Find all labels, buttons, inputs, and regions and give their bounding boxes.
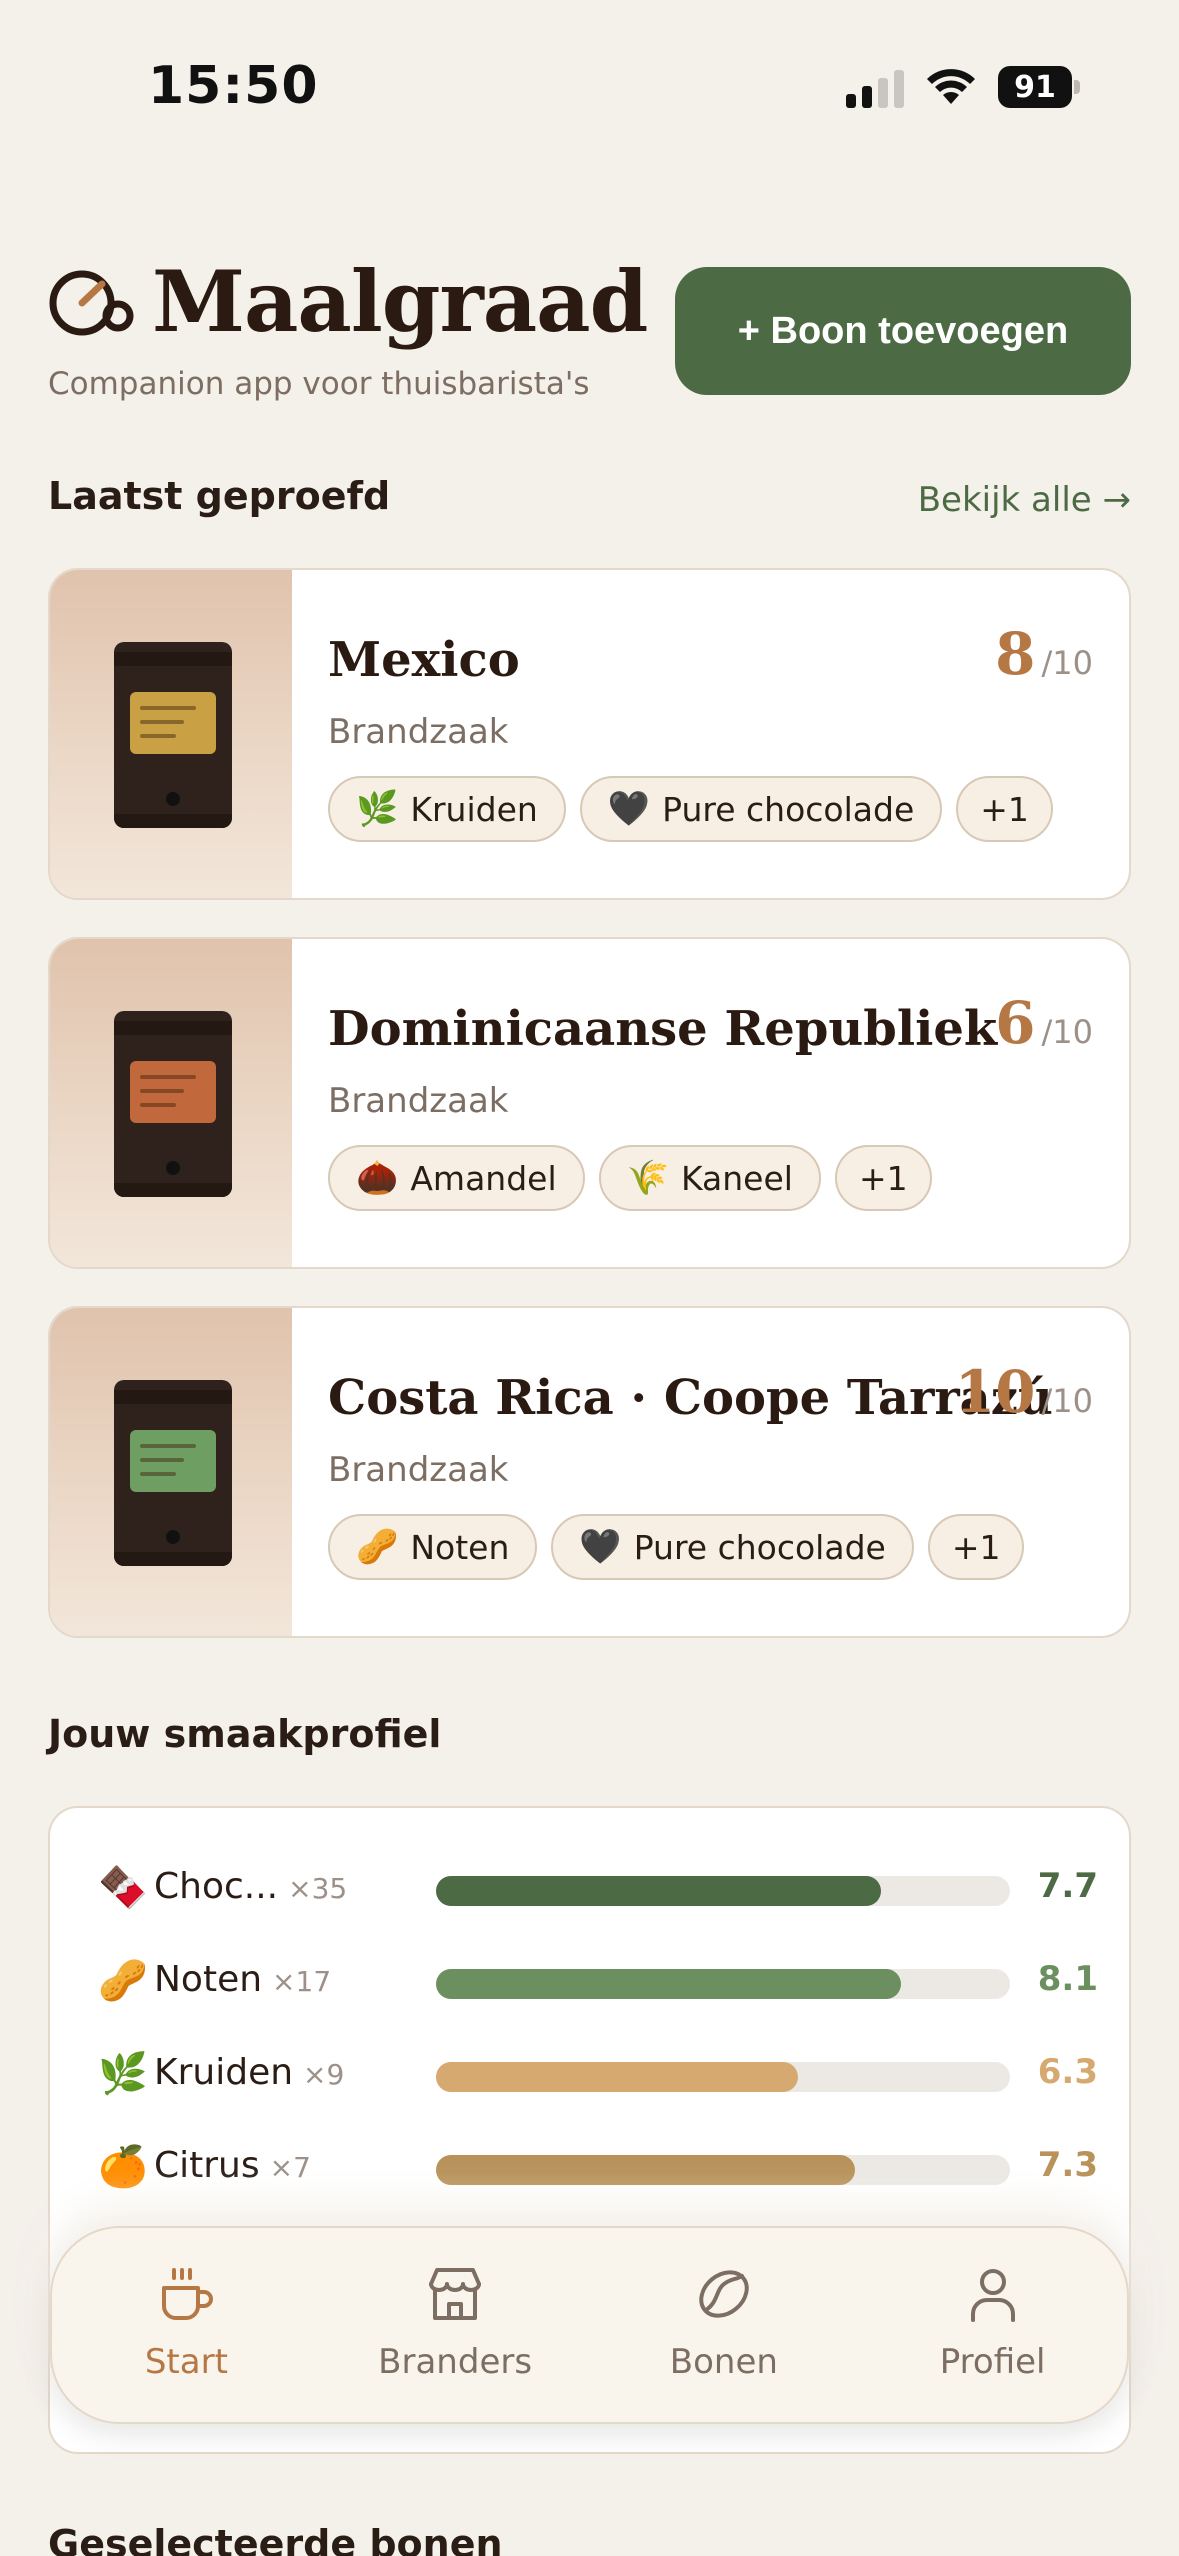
recent-section-title: Laatst geproefd [48,474,391,518]
bean-name: Dominicaanse Republiek [328,1001,998,1057]
taste-bar [436,2062,1010,2092]
bean-score: 6/10 [995,989,1093,1057]
chestnut-icon: 🌰 [356,1158,399,1198]
coffee-bag-icon [114,1380,232,1566]
taste-score: 7.7 [1037,1866,1098,1906]
taste-score: 6.3 [1037,2052,1098,2092]
taste-score: 8.1 [1037,1959,1098,1999]
tab-label: Bonen [669,2342,778,2382]
more-tags-badge: +1 [834,1145,932,1211]
add-bean-button[interactable]: + Boon toevoegen [675,267,1131,395]
taste-profile-title: Jouw smaakprofiel [48,1712,442,1756]
more-tags-badge: +1 [927,1514,1025,1580]
bean-thumbnail [50,939,292,1267]
user-icon [970,2269,1015,2322]
flavor-tag: 🌰 Amandel [328,1145,585,1211]
orange-icon: 🍊 [98,2144,148,2190]
taste-label: Choc... [154,1866,279,1907]
taste-bar [436,2155,1010,2185]
tab-profiel[interactable]: Profiel [858,2228,1127,2422]
taste-count: ×9 [303,2058,345,2091]
tab-label: Start [144,2342,228,2382]
black-heart-icon: 🖤 [579,1527,622,1567]
battery-level: 91 [998,66,1072,108]
bean-thumbnail [50,1308,292,1636]
taste-bar [436,1876,1010,1906]
peanut-icon: 🥜 [356,1527,399,1567]
cellular-signal-icon [846,70,906,108]
bean-card[interactable]: Dominicaanse Republiek 6/10 Brandzaak 🌰 A… [48,937,1131,1269]
bean-score: 10/10 [954,1358,1093,1426]
flavor-tag: 🌿 Kruiden [328,776,566,842]
see-all-link[interactable]: Bekijk alle → [918,480,1131,520]
black-heart-icon: 🖤 [607,789,651,829]
bean-roaster: Brandzaak [328,1081,509,1121]
coffee-cup-icon [162,2268,214,2320]
herb-icon: 🌿 [356,789,399,829]
taste-label: Kruiden [154,2052,294,2093]
tab-bar: Start Branders Bonen Profiel [50,2226,1129,2424]
taste-row: 🍊 Citrus ×7 7.3 [98,2137,1098,2197]
battery-icon: 91 [998,66,1080,108]
taste-row: 🍫 Choc... ×35 7.7 [98,1858,1098,1918]
bean-card[interactable]: Mexico 8/10 Brandzaak 🌿 Kruiden 🖤 Pure cho… [48,568,1131,900]
sheaf-icon: 🌾 [626,1158,669,1198]
tab-branders[interactable]: Branders [321,2228,590,2422]
peanut-icon: 🥜 [98,1958,148,2004]
flavor-tag: 🥜 Noten [328,1514,538,1580]
taste-count: ×17 [272,1965,332,1998]
grinder-dial-logo-icon [49,270,134,336]
taste-score: 7.3 [1037,2145,1098,2185]
coffee-bag-icon [114,1011,232,1197]
bean-thumbnail [50,570,292,898]
taste-row: 🌿 Kruiden ×9 6.3 [98,2044,1098,2104]
bean-roaster: Brandzaak [328,712,509,752]
coffee-bag-icon [114,642,232,828]
chocolate-icon: 🍫 [98,1865,148,1911]
taste-count: ×35 [288,1872,348,1905]
bean-name: Costa Rica · Coope Tarrazú [328,1370,1053,1426]
more-tags-badge: +1 [956,776,1053,842]
coffee-bean-icon [699,2270,749,2318]
taste-label: Citrus [154,2145,260,2186]
herb-icon: 🌿 [98,2051,148,2097]
bean-roaster: Brandzaak [328,1450,509,1490]
taste-count: ×7 [269,2151,311,2184]
wifi-icon [927,69,975,104]
store-icon [429,2268,482,2320]
flavor-tag: 🖤 Pure chocolade [579,776,943,842]
flavor-tag: 🖤 Pure chocolade [551,1514,914,1580]
flavor-tag: 🌾 Kaneel [598,1145,821,1211]
taste-row: 🥜 Noten ×17 8.1 [98,1951,1098,2011]
status-bar: 15:50 91 [0,0,1179,170]
bean-card[interactable]: Costa Rica · Coope Tarrazú 10/10 Brandza… [48,1306,1131,1638]
app-subtitle: Companion app voor thuisbarista's [48,366,590,402]
flavor-tags: 🌿 Kruiden 🖤 Pure chocolade +1 [328,776,1053,842]
app-title: Maalgraad [152,252,648,351]
selected-beans-title: Geselecteerde bonen [48,2522,503,2556]
bean-name: Mexico [328,632,520,688]
tab-start[interactable]: Start [52,2228,321,2422]
status-time: 15:50 [148,56,319,116]
flavor-tags: 🌰 Amandel 🌾 Kaneel +1 [328,1145,932,1211]
tab-label: Branders [378,2342,533,2382]
taste-label: Noten [154,1959,263,2000]
tab-label: Profiel [939,2342,1046,2382]
flavor-tags: 🥜 Noten 🖤 Pure chocolade +1 [328,1514,1025,1580]
taste-bar [436,1969,1010,1999]
bean-score: 8/10 [995,620,1093,688]
tab-bonen[interactable]: Bonen [590,2228,859,2422]
